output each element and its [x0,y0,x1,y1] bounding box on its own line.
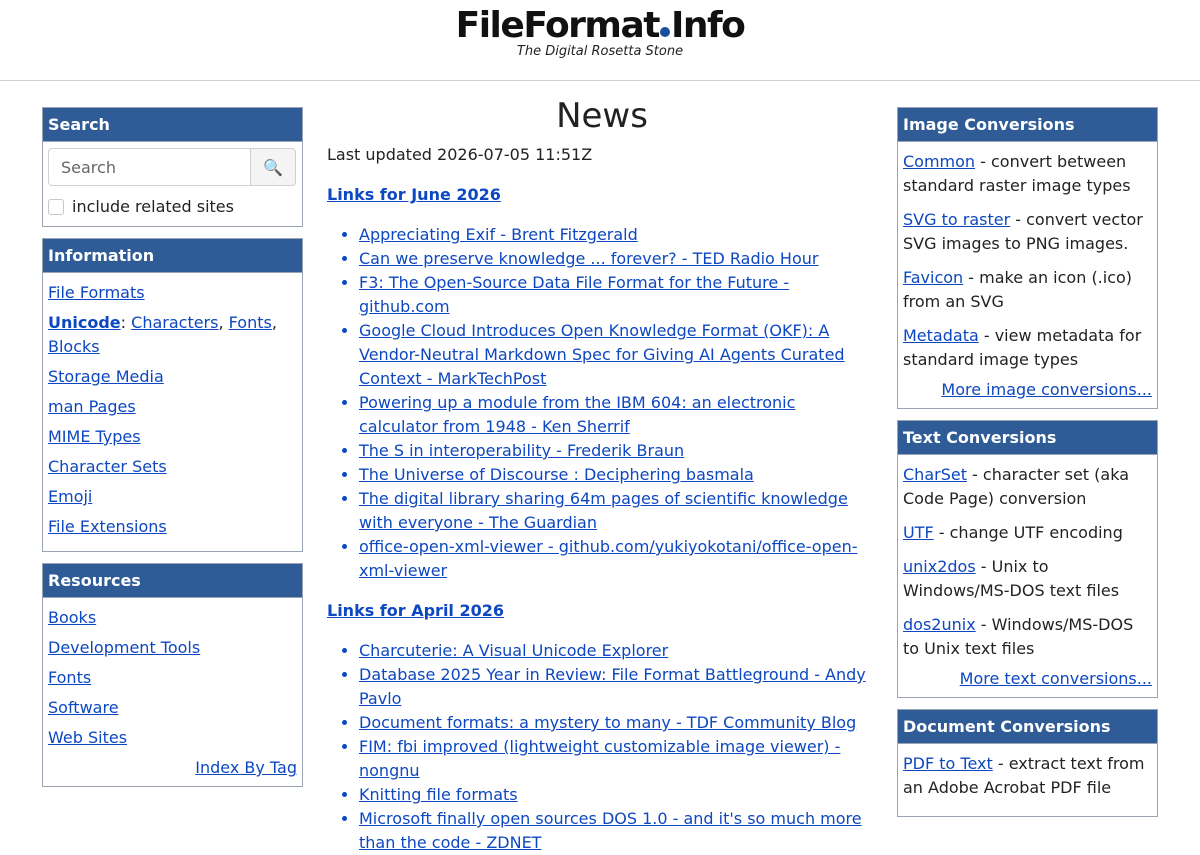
main-content: News Last updated 2026-07-05 11:51Z Link… [327,96,877,855]
news-link[interactable]: Document formats: a mystery to many - TD… [359,713,856,732]
search-box-title: Search [43,108,302,142]
list-item: Google Cloud Introduces Open Knowledge F… [359,319,877,391]
list-item: Can we preserve knowledge ... forever? -… [359,247,877,271]
nav-unicode[interactable]: Unicode [48,313,121,332]
news-list-april-2026: Charcuterie: A Visual Unicode Explorer D… [359,639,877,855]
document-conversions-title: Document Conversions [898,710,1157,744]
list-item: Database 2025 Year in Review: File Forma… [359,663,877,711]
news-link[interactable]: Charcuterie: A Visual Unicode Explorer [359,641,668,660]
more-text-conversions-link[interactable]: More text conversions... [960,669,1152,688]
news-list-june-2026: Appreciating Exif - Brent Fitzgerald Can… [359,223,877,583]
nav-file-formats[interactable]: File Formats [48,283,145,302]
list-item: office-open-xml-viewer - github.com/yuki… [359,535,877,583]
nav-unicode-blocks[interactable]: Blocks [48,337,100,356]
image-conversions-box: Image Conversions Common - convert betwe… [897,107,1158,409]
list-item: Microsoft finally open sources DOS 1.0 -… [359,807,877,855]
more-image-conversions-link[interactable]: More image conversions... [941,380,1152,399]
information-box: Information File Formats Unicode: Charac… [42,238,303,552]
list-item: Knitting file formats [359,783,877,807]
news-link[interactable]: FIM: fbi improved (lightweight customiza… [359,737,840,780]
conv-desc: - change UTF encoding [933,523,1123,542]
search-box: Search 🔍 include related sites [42,107,303,227]
news-link[interactable]: The S in interoperability - Frederik Bra… [359,441,684,460]
image-conversions-title: Image Conversions [898,108,1157,142]
resource-web-sites[interactable]: Web Sites [48,728,127,747]
conv-link-common[interactable]: Common [903,152,975,171]
list-item: Appreciating Exif - Brent Fitzgerald [359,223,877,247]
conv-link-pdf-to-text[interactable]: PDF to Text [903,754,993,773]
conv-link-svg-to-raster[interactable]: SVG to raster [903,210,1010,229]
text-conversions-title: Text Conversions [898,421,1157,455]
news-link[interactable]: Microsoft finally open sources DOS 1.0 -… [359,809,862,852]
site-logo[interactable]: FileFormat Info [0,4,1200,48]
nav-storage-media[interactable]: Storage Media [48,367,164,386]
document-conversions-box: Document Conversions PDF to Text - extra… [897,709,1158,817]
last-updated-text: Last updated 2026-07-05 11:51Z [327,145,593,164]
list-item: F3: The Open-Source Data File Format for… [359,271,877,319]
news-link[interactable]: Appreciating Exif - Brent Fitzgerald [359,225,638,244]
search-button[interactable]: 🔍 [251,148,296,186]
news-link[interactable]: The digital library sharing 64m pages of… [359,489,848,532]
resources-box-title: Resources [43,564,302,598]
page-title: News [556,96,648,136]
resources-box: Resources Books Development Tools Fonts … [42,563,303,787]
nav-character-sets[interactable]: Character Sets [48,457,167,476]
nav-unicode-characters[interactable]: Characters [131,313,218,332]
nav-unicode-fonts[interactable]: Fonts [229,313,272,332]
site-header: FileFormat Info The Digital Rosetta Stone [0,0,1200,81]
resource-software[interactable]: Software [48,698,119,717]
news-link[interactable]: office-open-xml-viewer - github.com/yuki… [359,537,857,580]
nav-emoji[interactable]: Emoji [48,487,92,506]
logo-info-dot-icon [659,27,670,37]
conv-link-utf[interactable]: UTF [903,523,934,542]
index-by-tag-link[interactable]: Index By Tag [195,758,297,777]
nav-file-extensions[interactable]: File Extensions [48,517,167,536]
list-item: Document formats: a mystery to many - TD… [359,711,877,735]
nav-mime-types[interactable]: MIME Types [48,427,141,446]
list-item: The S in interoperability - Frederik Bra… [359,439,877,463]
nav-man-pages[interactable]: man Pages [48,397,136,416]
conv-link-unix2dos[interactable]: unix2dos [903,557,976,576]
conv-link-metadata[interactable]: Metadata [903,326,979,345]
logo-text-part2: Info [670,5,746,46]
news-link[interactable]: Can we preserve knowledge ... forever? -… [359,249,818,268]
news-link[interactable]: F3: The Open-Source Data File Format for… [359,273,789,316]
section-heading-june-2026[interactable]: Links for June 2026 [327,183,877,207]
search-input[interactable] [48,148,251,186]
news-link[interactable]: Database 2025 Year in Review: File Forma… [359,665,866,708]
information-box-title: Information [43,239,302,273]
search-icon: 🔍 [263,157,283,177]
right-sidebar: Image Conversions Common - convert betwe… [897,107,1158,828]
list-item: Powering up a module from the IBM 604: a… [359,391,877,439]
list-item: Charcuterie: A Visual Unicode Explorer [359,639,877,663]
list-item: The Universe of Discourse : Deciphering … [359,463,877,487]
list-item: FIM: fbi improved (lightweight customiza… [359,735,877,783]
include-related-sites-checkbox[interactable] [48,198,64,215]
resource-fonts[interactable]: Fonts [48,668,91,687]
news-link[interactable]: Knitting file formats [359,785,518,804]
conv-link-charset[interactable]: CharSet [903,465,967,484]
text-conversions-box: Text Conversions CharSet - character set… [897,420,1158,698]
news-link[interactable]: Powering up a module from the IBM 604: a… [359,393,795,436]
section-heading-april-2026[interactable]: Links for April 2026 [327,599,877,623]
site-tagline: The Digital Rosetta Stone [516,44,684,59]
news-link[interactable]: Google Cloud Introduces Open Knowledge F… [359,321,845,388]
logo-text-part1: FileFormat [455,5,661,46]
news-link[interactable]: The Universe of Discourse : Deciphering … [359,465,754,484]
unicode-separator: : [120,313,127,332]
list-item: The digital library sharing 64m pages of… [359,487,877,535]
resource-development-tools[interactable]: Development Tools [48,638,200,657]
resource-books[interactable]: Books [48,608,96,627]
left-sidebar: Search 🔍 include related sites Informati… [42,107,303,798]
conv-link-dos2unix[interactable]: dos2unix [903,615,976,634]
include-related-sites-label: include related sites [72,197,234,216]
conv-link-favicon[interactable]: Favicon [903,268,963,287]
